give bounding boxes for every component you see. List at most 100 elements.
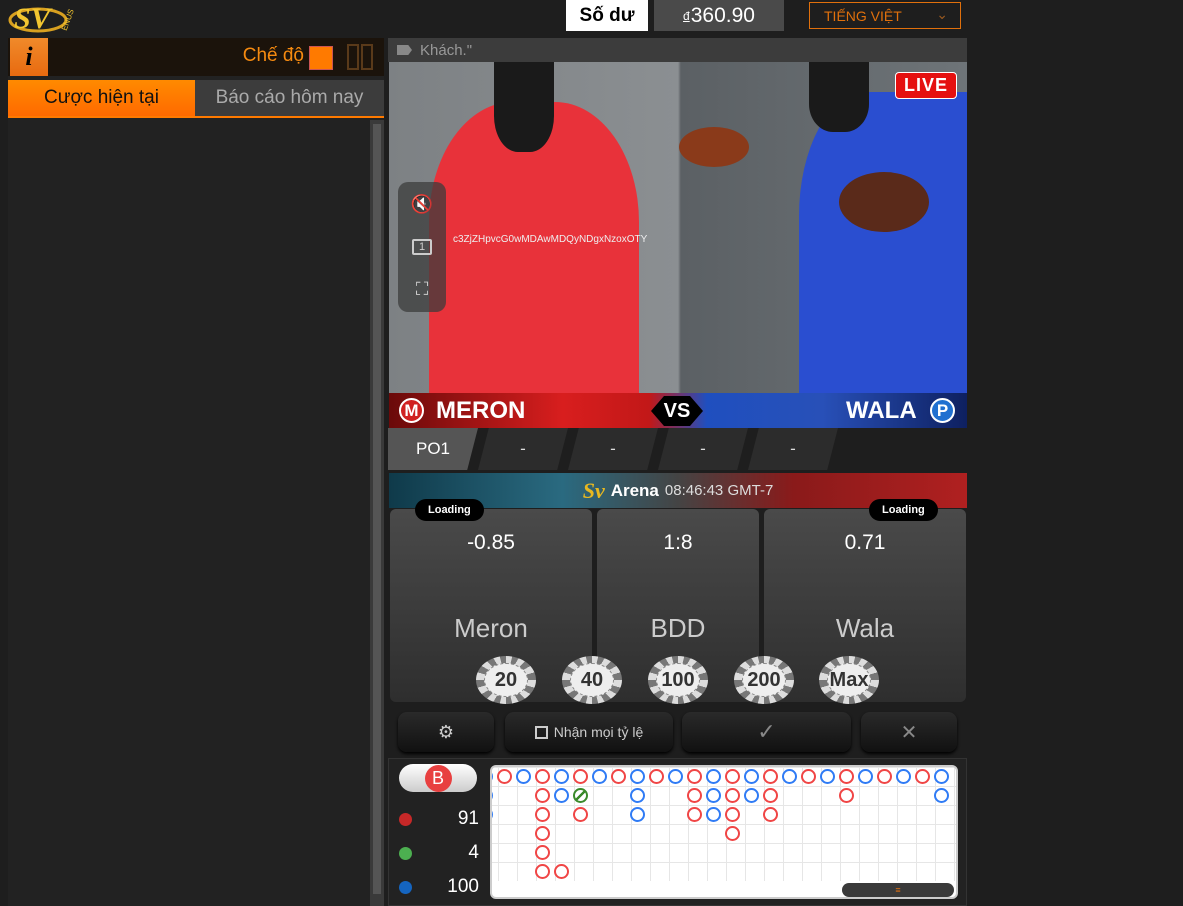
road-scrollbar[interactable]: ≡ xyxy=(842,883,954,897)
meron-name: Meron xyxy=(454,613,528,643)
bead-red xyxy=(801,769,816,784)
wala-badge: P xyxy=(930,398,955,423)
split-view-mode-button[interactable] xyxy=(347,44,373,70)
video-title-bar: Khách." xyxy=(388,38,967,62)
tab-today-report[interactable]: Báo cáo hôm nay xyxy=(195,80,384,116)
bead-red xyxy=(611,769,626,784)
wala-odds: 0.71 xyxy=(844,531,886,554)
stat-green: 4 xyxy=(399,842,479,864)
chevron-down-icon: ⌄ xyxy=(936,6,948,22)
chip-settings-button[interactable]: ⚙ xyxy=(398,712,494,752)
dollar-gear-icon: ⚙ xyxy=(437,721,455,742)
chip-100[interactable]: 100 xyxy=(648,656,708,704)
video-figure-blue xyxy=(799,92,967,393)
logo-text: SV xyxy=(14,2,54,34)
bead-blue xyxy=(934,788,949,803)
bead-blue xyxy=(820,769,835,784)
bead-red xyxy=(725,807,740,822)
info-icon[interactable]: i xyxy=(10,38,48,76)
balance-value: đ 360.90 xyxy=(654,0,784,31)
round-tab[interactable]: - xyxy=(478,428,568,470)
bead-red xyxy=(687,769,702,784)
bead-blue xyxy=(592,769,607,784)
chip-max[interactable]: Max xyxy=(819,656,879,704)
mode-label: Chế độ xyxy=(242,45,304,66)
bead-red xyxy=(839,788,854,803)
left-tabs: Cược hiện tại Báo cáo hôm nay xyxy=(8,80,384,118)
screen-1-icon[interactable]: 1 xyxy=(411,239,433,255)
bead-red xyxy=(687,788,702,803)
bead-blue xyxy=(858,769,873,784)
vs-label: VS xyxy=(651,396,703,426)
chip-40[interactable]: 40 xyxy=(562,656,622,704)
mute-icon[interactable]: 🔇 xyxy=(411,194,433,215)
wala-name: Wala xyxy=(835,613,895,643)
round-tab[interactable]: - xyxy=(658,428,748,470)
bead-red xyxy=(649,769,664,784)
language-select[interactable]: TIẾNG VIỆT ⌄ xyxy=(809,2,961,29)
meron-label: MERON xyxy=(436,397,526,424)
bead-red xyxy=(725,769,740,784)
arena-time: 08:46:43 GMT-7 xyxy=(664,482,774,499)
bead-red xyxy=(497,769,512,784)
bead-red xyxy=(763,769,778,784)
bead-blue xyxy=(554,788,569,803)
watermark: c3ZjZHpvcG0wMDAwMDQyNDgxNzoxOTY xyxy=(453,234,648,245)
tab-current-bets[interactable]: Cược hiện tại xyxy=(8,80,195,116)
chip-200[interactable]: 200 xyxy=(734,656,794,704)
chip-20[interactable]: 20 xyxy=(476,656,536,704)
close-icon: ✕ xyxy=(900,721,918,744)
round-tab[interactable]: - xyxy=(568,428,658,470)
bead-red xyxy=(535,769,550,784)
matchup-banner: M MERON VS WALA P xyxy=(389,393,967,428)
stat-red: 91 xyxy=(399,808,479,830)
svg-text:ENUS: ENUS xyxy=(60,8,76,32)
bead-blue xyxy=(744,769,759,784)
bead-red xyxy=(877,769,892,784)
logo: SV ENUS xyxy=(8,0,78,35)
live-badge: LIVE xyxy=(894,72,957,99)
round-tab[interactable]: - xyxy=(748,428,838,470)
bead-blue xyxy=(630,769,645,784)
bead-red xyxy=(915,769,930,784)
bead-blue xyxy=(744,788,759,803)
arena-name: Arena xyxy=(610,480,659,500)
accept-all-odds-checkbox[interactable]: Nhận mọi tỷ lệ xyxy=(505,712,673,752)
scrollbar[interactable] xyxy=(370,120,384,906)
video-controls: 🔇 1 ⛶ xyxy=(398,182,446,312)
scoreboard: B 91 4 100 ≡ xyxy=(388,758,967,906)
meron-odds: -0.85 xyxy=(467,531,515,554)
round-tabs: PO1 - - - - xyxy=(388,428,967,470)
tag-icon xyxy=(397,45,412,55)
bead-blue xyxy=(630,807,645,822)
checkbox-icon xyxy=(534,725,548,739)
bead-blue xyxy=(782,769,797,784)
live-video[interactable]: LIVE 🔇 1 ⛶ c3ZjZHpvcG0wMDAwMDQyNDgxNzoxO… xyxy=(389,62,967,393)
video-title: Khách." xyxy=(420,41,473,59)
round-tab[interactable]: PO1 xyxy=(388,428,478,470)
bead-red xyxy=(535,788,550,803)
red-dot-icon xyxy=(399,812,412,826)
bead-blue xyxy=(516,769,531,784)
wala-label: WALA xyxy=(846,397,917,424)
meron-loading-status: Loading xyxy=(415,499,484,521)
meron-badge: M xyxy=(399,398,424,423)
stat-blue: 100 xyxy=(399,876,479,898)
bead-red xyxy=(763,807,778,822)
bdd-name: BDD xyxy=(650,613,706,643)
bead-road: ≡ xyxy=(490,765,958,899)
road-type-toggle[interactable]: B xyxy=(399,764,477,792)
fullscreen-icon[interactable]: ⛶ xyxy=(416,279,429,300)
cancel-button[interactable]: ✕ xyxy=(861,712,957,752)
bead-blue xyxy=(706,807,721,822)
bead-red xyxy=(535,864,550,879)
single-view-mode-button[interactable] xyxy=(309,46,333,70)
check-icon: ✓ xyxy=(757,719,776,744)
confirm-button[interactable]: ✓ xyxy=(682,712,851,752)
arena-logo: Sv xyxy=(582,477,605,503)
bead-blue xyxy=(706,788,721,803)
bead-red xyxy=(763,788,778,803)
bead-blue xyxy=(668,769,683,784)
bead-red xyxy=(687,807,702,822)
bead-blue xyxy=(630,788,645,803)
